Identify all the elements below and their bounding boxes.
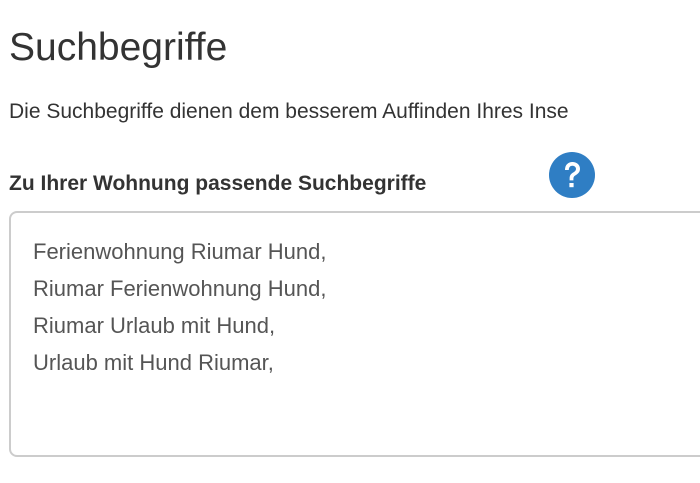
- keywords-label: Zu Ihrer Wohnung passende Suchbegriffe: [9, 172, 427, 195]
- question-circle-icon[interactable]: [549, 152, 595, 198]
- keyword-line: Ferienwohnung Riumar Hund,: [33, 239, 327, 264]
- keywords-textarea[interactable]: Ferienwohnung Riumar Hund, Riumar Ferien…: [9, 211, 700, 457]
- question-mark-glyph: [565, 162, 580, 188]
- keyword-line: Riumar Urlaub mit Hund,: [33, 313, 276, 338]
- suchbegriffe-section: Suchbegriffe Die Suchbegriffe dienen dem…: [0, 0, 700, 483]
- section-description: Die Suchbegriffe dienen dem besserem Auf…: [9, 100, 569, 123]
- keyword-line: Riumar Ferienwohnung Hund,: [33, 276, 327, 301]
- section-title: Suchbegriffe: [9, 26, 228, 69]
- keyword-line: Urlaub mit Hund Riumar,: [33, 350, 274, 375]
